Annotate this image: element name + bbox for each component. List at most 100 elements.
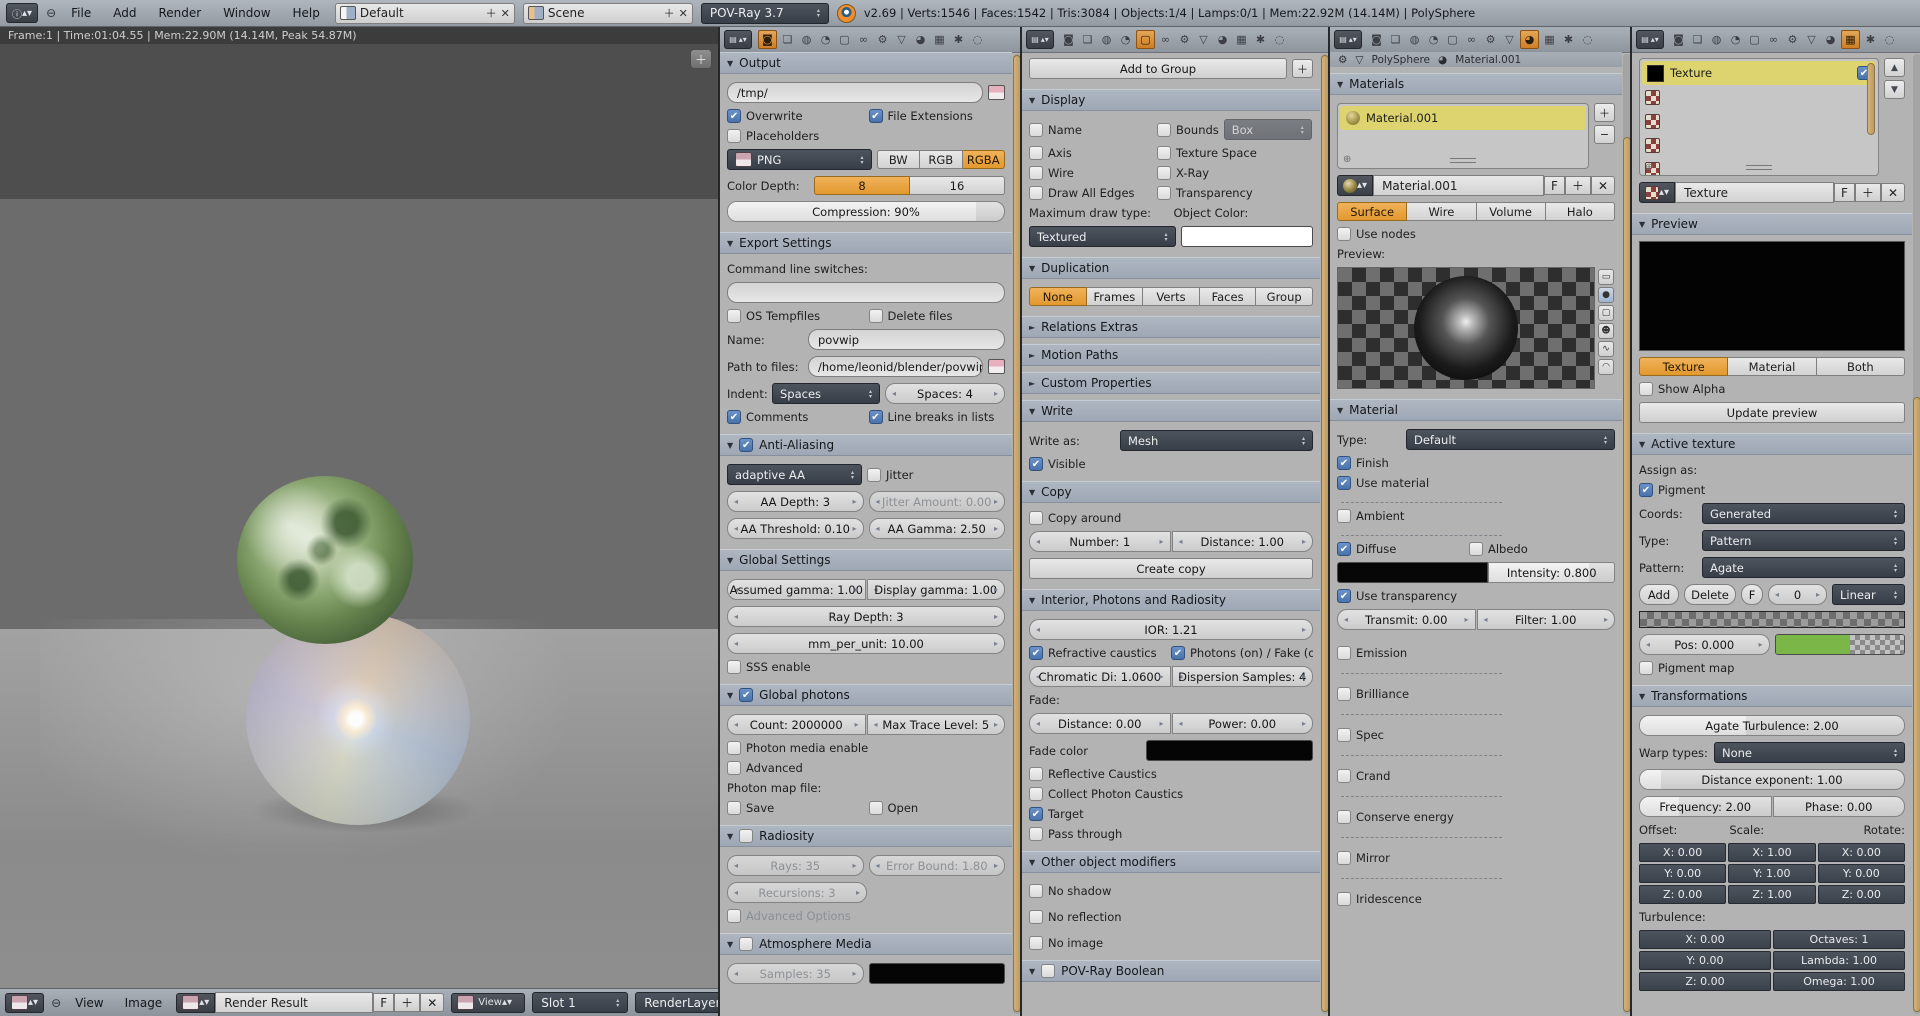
max-draw-type-dropdown[interactable]: Textured▴▾	[1029, 226, 1176, 247]
transformations-panel-header[interactable]: ▼Transformations	[1632, 685, 1912, 707]
draw-bounds-checkbox[interactable]	[1157, 123, 1171, 137]
scene-tab-icon[interactable]: ◍	[1708, 31, 1725, 48]
menu-render[interactable]: Render	[151, 4, 208, 22]
octaves-field[interactable]: Octaves: 1	[1773, 930, 1905, 949]
rotate-y-field[interactable]: Y: 0.00	[1818, 864, 1905, 883]
max-trace-level-slider[interactable]: Max Trace Level: 5	[867, 714, 1006, 735]
object-data-tab-icon[interactable]: ▽	[1803, 31, 1820, 48]
draw-axis-checkbox[interactable]	[1029, 146, 1043, 160]
global-settings-panel-header[interactable]: ▼Global Settings	[720, 549, 1012, 571]
rgba-button[interactable]: RGBA	[963, 150, 1006, 169]
world-tab-icon[interactable]: ◔	[1727, 31, 1744, 48]
distance-exponent-slider[interactable]: Distance exponent: 1.00	[1639, 769, 1905, 790]
file-browse-icon[interactable]	[988, 359, 1005, 374]
diffuse-intensity-slider[interactable]: Intensity: 0.800	[1488, 562, 1615, 583]
write-as-dropdown[interactable]: Mesh▴▾	[1120, 430, 1313, 451]
particles-tab-icon[interactable]: ✱	[1862, 31, 1879, 48]
menu-file[interactable]: File	[64, 4, 98, 22]
os-tempfiles-checkbox[interactable]	[727, 309, 741, 323]
list-scrollbar-thumb[interactable]	[1867, 63, 1875, 135]
no-shadow-checkbox[interactable]	[1029, 884, 1043, 898]
menu-window[interactable]: Window	[216, 4, 277, 22]
copy-panel-header[interactable]: ▼Copy	[1022, 481, 1320, 503]
global-photons-checkbox[interactable]	[739, 688, 753, 702]
add-material-slot-button[interactable]: ＋	[1594, 103, 1615, 122]
physics-tab-icon[interactable]: ◌	[969, 31, 986, 48]
material-panel-header[interactable]: ▼Material	[1330, 399, 1622, 421]
particles-tab-icon[interactable]: ✱	[1252, 31, 1269, 48]
fade-distance-slider[interactable]: Distance: 0.00	[1029, 713, 1171, 734]
modifiers-tab-icon[interactable]: ⚙	[1482, 31, 1499, 48]
render-layers-tab-icon[interactable]: ❏	[1079, 31, 1096, 48]
update-preview-button[interactable]: Update preview	[1639, 402, 1905, 423]
other-modifiers-panel-header[interactable]: ▼Other object modifiers	[1022, 851, 1320, 873]
output-path-field[interactable]: /tmp/	[727, 82, 983, 103]
circle-plus-icon[interactable]: ⊕	[1645, 162, 1653, 173]
fake-user-button[interactable]: F	[1834, 183, 1855, 202]
world-tab-icon[interactable]: ◔	[817, 31, 834, 48]
jitter-checkbox[interactable]	[867, 468, 881, 482]
file-browse-icon[interactable]	[988, 85, 1005, 100]
draw-name-checkbox[interactable]	[1029, 123, 1043, 137]
new-group-button[interactable]: ＋	[1292, 59, 1313, 78]
photon-save-checkbox[interactable]	[727, 801, 741, 815]
add-scene-icon[interactable]: ＋	[664, 5, 675, 21]
screen-layout-selector[interactable]: Default ＋ ✕	[335, 3, 515, 24]
editor-type-properties-button[interactable]: ▤▴▾	[1026, 30, 1054, 49]
constraints-tab-icon[interactable]: ∞	[1157, 31, 1174, 48]
anti-aliasing-checkbox[interactable]	[739, 438, 753, 452]
aa-method-dropdown[interactable]: adaptive AA▴▾	[727, 464, 862, 485]
texture-tab-icon[interactable]: ▦	[1541, 31, 1558, 48]
texture-name-field[interactable]: Texture	[1675, 182, 1834, 203]
sss-enable-checkbox[interactable]	[727, 660, 741, 674]
collapse-menus-icon[interactable]: ⊖	[46, 6, 56, 20]
no-image-checkbox[interactable]	[1029, 936, 1043, 950]
rgb-button[interactable]: RGB	[920, 150, 963, 169]
render-tab-icon[interactable]: ◙	[1670, 31, 1687, 48]
materials-panel-header[interactable]: ▼Materials	[1330, 73, 1622, 95]
coords-dropdown[interactable]: Generated▴▾	[1702, 503, 1905, 524]
photon-media-checkbox[interactable]	[727, 741, 741, 755]
custom-properties-panel-header[interactable]: ►Custom Properties	[1022, 372, 1320, 394]
depth-16-button[interactable]: 16	[910, 176, 1005, 195]
texture-slot-item[interactable]: Texture	[1642, 61, 1876, 85]
material-datablock-icon-button[interactable]: ▴▾	[1337, 175, 1373, 196]
diffuse-color-swatch[interactable]	[1337, 562, 1488, 583]
interior-panel-header[interactable]: ▼Interior, Photons and Radiosity	[1022, 589, 1320, 611]
material-tab-icon[interactable]: ◕	[1214, 31, 1231, 48]
pigment-map-checkbox[interactable]	[1639, 661, 1653, 675]
copy-distance-slider[interactable]: Distance: 1.00	[1172, 531, 1314, 552]
omega-field[interactable]: Omega: 1.00	[1773, 972, 1905, 991]
bounds-type-dropdown[interactable]: Box▴▾	[1224, 119, 1312, 140]
color-ramp[interactable]	[1639, 611, 1905, 628]
diffuse-checkbox[interactable]	[1337, 542, 1351, 556]
ramp-interpolation-dropdown[interactable]: Linear▴▾	[1832, 584, 1905, 605]
editor-type-properties-button[interactable]: ▤▴▾	[724, 30, 752, 49]
editor-type-properties-button[interactable]: ▤▴▾	[1334, 30, 1362, 49]
xray-checkbox[interactable]	[1157, 166, 1171, 180]
scale-y-field[interactable]: Y: 1.00	[1728, 864, 1815, 883]
dispersion-samples-slider[interactable]: Dispersion Samples: 4	[1172, 666, 1314, 687]
material-tab-icon[interactable]: ◕	[1520, 30, 1539, 49]
render-tab-icon[interactable]: ◙	[1368, 31, 1385, 48]
use-transparency-checkbox[interactable]	[1337, 589, 1351, 603]
view-mode-dropdown[interactable]: View▴▾	[451, 993, 525, 1013]
preview-flat-button[interactable]: ▭	[1598, 269, 1614, 285]
render-engine-dropdown[interactable]: POV-Ray 3.7▴▾	[701, 3, 829, 24]
collect-photon-caustics-checkbox[interactable]	[1029, 787, 1043, 801]
remove-material-slot-button[interactable]: −	[1594, 125, 1615, 144]
offset-y-field[interactable]: Y: 0.00	[1639, 864, 1726, 883]
jitter-amount-slider[interactable]: Jitter Amount: 0.00	[869, 491, 1006, 512]
fake-user-button[interactable]: F	[1544, 176, 1565, 195]
emission-checkbox[interactable]	[1337, 646, 1351, 660]
crand-checkbox[interactable]	[1337, 769, 1351, 783]
texture-type-dropdown[interactable]: Pattern▴▾	[1702, 530, 1905, 551]
render-layers-tab-icon[interactable]: ❏	[779, 31, 796, 48]
wire-button[interactable]: Wire	[1407, 202, 1476, 221]
rotate-z-field[interactable]: Z: 0.00	[1818, 885, 1905, 904]
fake-user-button[interactable]: F	[373, 993, 394, 1012]
output-panel-header[interactable]: ▼Output	[720, 52, 1012, 74]
move-texture-down-button[interactable]: ▼	[1884, 80, 1905, 99]
new-material-button[interactable]: ＋	[1565, 176, 1591, 195]
agate-turbulence-slider[interactable]: Agate Turbulence: 2.00	[1639, 715, 1905, 736]
